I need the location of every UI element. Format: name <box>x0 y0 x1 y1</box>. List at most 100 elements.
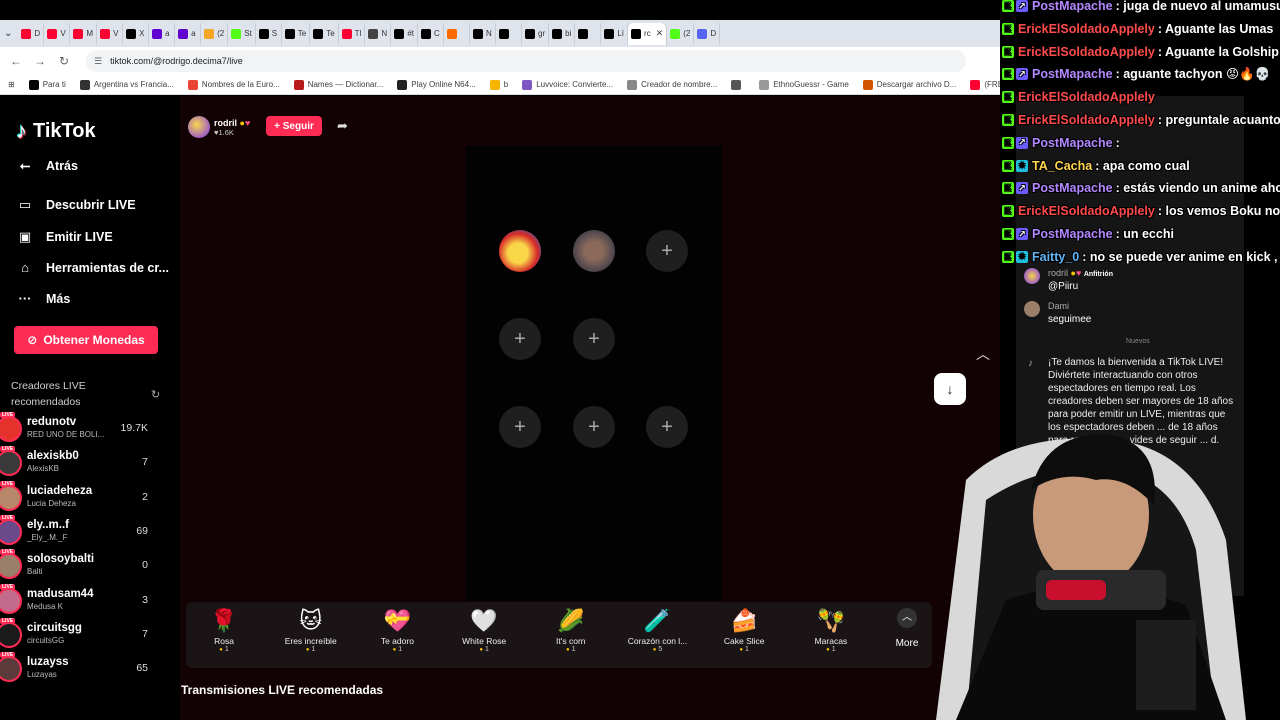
browser-tab[interactable]: (2 <box>201 22 229 45</box>
nav-back[interactable]: ⭠ Atrás <box>16 158 78 174</box>
browser-tab[interactable] <box>444 22 470 45</box>
nav-creator-tools[interactable]: ⌂ Herramientas de cr... <box>16 260 169 275</box>
add-guest-slot[interactable]: + <box>499 406 541 448</box>
close-tab-icon[interactable]: ✕ <box>656 28 664 39</box>
site-info-icon[interactable]: ☰ <box>94 56 102 67</box>
refresh-icon[interactable]: ↻ <box>151 388 160 401</box>
bookmark-item[interactable]: Descargar archivo D... <box>862 79 956 90</box>
creator-item[interactable]: LIVE alexiskb0 AlexisKB 7 <box>0 446 156 478</box>
tiktok-logo[interactable]: ♪ TikTok <box>16 118 96 144</box>
browser-tab[interactable]: #t <box>391 22 418 45</box>
bookmark-item[interactable]: b <box>489 79 508 90</box>
browser-tab[interactable]: M <box>70 22 98 45</box>
browser-tab[interactable] <box>575 22 602 45</box>
tab-favicon-icon <box>204 28 215 39</box>
back-arrow-icon[interactable]: ← <box>8 54 24 68</box>
bookmark-item[interactable]: Luvvoice: Convierte... <box>522 79 613 90</box>
creator-item[interactable]: LIVE madusam44 Medusa K 3 <box>0 583 156 616</box>
browser-tab[interactable]: V <box>44 22 71 45</box>
get-coins-label: Obtener Monedas <box>43 333 145 347</box>
bookmark-item[interactable]: Names — Dictionar... <box>293 79 383 90</box>
tab-favicon-icon <box>368 28 379 39</box>
creator-item[interactable]: LIVE solosoybalti Balti 0 <box>0 549 156 581</box>
get-coins-button[interactable]: ⊘ Obtener Monedas <box>14 326 158 354</box>
tab-search-chevron-icon[interactable]: ⌄ <box>4 28 12 39</box>
add-guest-slot[interactable]: + <box>573 318 615 360</box>
creator-item[interactable]: LIVE luzayss Luzayas 65 <box>0 652 156 684</box>
browser-tab[interactable]: N <box>365 22 392 45</box>
bookmark-item[interactable]: (FREE FOR PROFIT) ... <box>970 79 1000 90</box>
tab-title: Te <box>326 29 335 38</box>
creator-item[interactable]: LIVE circuitsgg circuitsGG 7 <box>0 617 156 650</box>
bookmark-item[interactable]: Argentina vs Francia... <box>79 79 174 90</box>
browser-tab[interactable] <box>496 22 522 45</box>
follow-button[interactable]: + Seguir <box>266 116 322 136</box>
browser-tab[interactable]: gr <box>522 22 550 45</box>
add-guest-slot[interactable]: + <box>646 230 688 272</box>
gift-item[interactable]: 🌹 Rosa1 <box>184 606 264 653</box>
creator-item[interactable]: LIVE redunotv RED UNO DE BOLI... 19.7K <box>0 412 156 444</box>
gift-item[interactable]: 💝 Te adoro1 <box>357 606 437 653</box>
host-avatar[interactable] <box>188 116 210 138</box>
bookmark-item[interactable]: EthnoGuessr - Game <box>759 79 849 90</box>
bookmark-favicon-icon <box>489 79 500 90</box>
reload-icon[interactable]: ↻ <box>56 54 72 68</box>
live-stream-video[interactable]: + + + + + + <box>466 146 722 601</box>
viewer-count: 7 <box>142 456 148 469</box>
chat-text: : aguante tachyon 😡🔥💀 <box>1115 67 1271 82</box>
recommended-creators-title: Creadores LIVE recomendados <box>11 380 86 408</box>
apps-grid-icon[interactable]: ⊞ <box>8 80 15 89</box>
add-guest-slot[interactable]: + <box>499 318 541 360</box>
viewer-count: 7 <box>142 627 148 640</box>
bookmark-label: Para ti <box>42 80 66 89</box>
add-guest-slot[interactable]: + <box>646 406 688 448</box>
guest-avatar-1[interactable] <box>499 230 541 272</box>
bookmarks-bar: ⊞ Para ti Argentina vs Francia... Nombres … <box>0 75 1000 95</box>
gift-item[interactable]: 🤍 White Rose1 <box>444 606 524 653</box>
browser-tab[interactable]: a <box>175 22 202 45</box>
browser-tab[interactable]: Lí <box>601 22 629 45</box>
live-badge: LIVE <box>0 412 16 418</box>
bookmark-item[interactable] <box>731 79 745 90</box>
browser-tab[interactable]: Te <box>282 22 311 45</box>
add-guest-slot[interactable]: + <box>573 406 615 448</box>
address-bar[interactable]: ☰ tiktok.com/@rodrigo.decima7/live <box>86 50 966 72</box>
browser-tab[interactable]: V <box>97 22 124 45</box>
nav-more[interactable]: ··· Más <box>16 291 71 306</box>
browser-tab[interactable]: a <box>149 22 176 45</box>
nav-discover-live[interactable]: ▭ Descubrir LIVE <box>16 197 136 213</box>
browser-tab[interactable]: C <box>418 22 444 45</box>
browser-tab[interactable]: St <box>228 22 256 45</box>
chevron-up-icon[interactable]: ︿ <box>976 344 990 364</box>
browser-tab[interactable]: S <box>256 22 282 45</box>
creator-item[interactable]: LIVE luciadeheza Lucia Deheza 2 <box>0 480 156 513</box>
browser-tab[interactable]: D <box>694 22 721 45</box>
gift-item[interactable]: 🐱 Eres increíble1 <box>271 606 351 653</box>
guest-avatar-2[interactable] <box>573 230 615 272</box>
forward-arrow-icon[interactable]: → <box>32 54 48 68</box>
gift-item[interactable]: 🧪 Corazón con l...5 <box>618 606 698 653</box>
scroll-down-button[interactable]: ↓ <box>934 373 966 405</box>
share-icon[interactable]: ➦ <box>337 118 348 134</box>
bookmark-item[interactable]: Para ti <box>28 79 66 90</box>
gift-item[interactable]: 🌽 It's corn1 <box>531 606 611 653</box>
bookmark-item[interactable]: Nombres de la Euro... <box>187 79 280 90</box>
browser-tab[interactable]: Te <box>310 22 339 45</box>
gift-item[interactable]: 🍰 Cake Slice1 <box>704 606 784 653</box>
host-name[interactable]: rodril ●♥ <box>214 118 250 128</box>
bookmark-item[interactable]: Play Online N64... <box>397 79 476 90</box>
browser-tab[interactable]: D <box>18 22 45 45</box>
browser-tab[interactable]: N <box>470 22 496 45</box>
creator-item[interactable]: LIVE ely..m..f _Ely_.M._F 69 <box>0 514 156 547</box>
nav-go-live[interactable]: ▣ Emitir LIVE <box>16 229 113 245</box>
plus-icon: + <box>514 327 526 350</box>
tab-title: a <box>165 29 170 38</box>
gift-item[interactable]: 🪇 Maracas1 <box>791 606 871 653</box>
browser-tab[interactable]: rc ✕ <box>628 22 668 45</box>
browser-tab[interactable]: (2 <box>667 22 695 45</box>
browser-tab[interactable]: X <box>123 22 150 45</box>
gift-icon: 💝 <box>383 608 412 633</box>
browser-tab[interactable]: Tl <box>339 22 366 45</box>
browser-tab[interactable]: bi <box>549 22 576 45</box>
bookmark-item[interactable]: Creador de nombre... <box>627 79 717 90</box>
